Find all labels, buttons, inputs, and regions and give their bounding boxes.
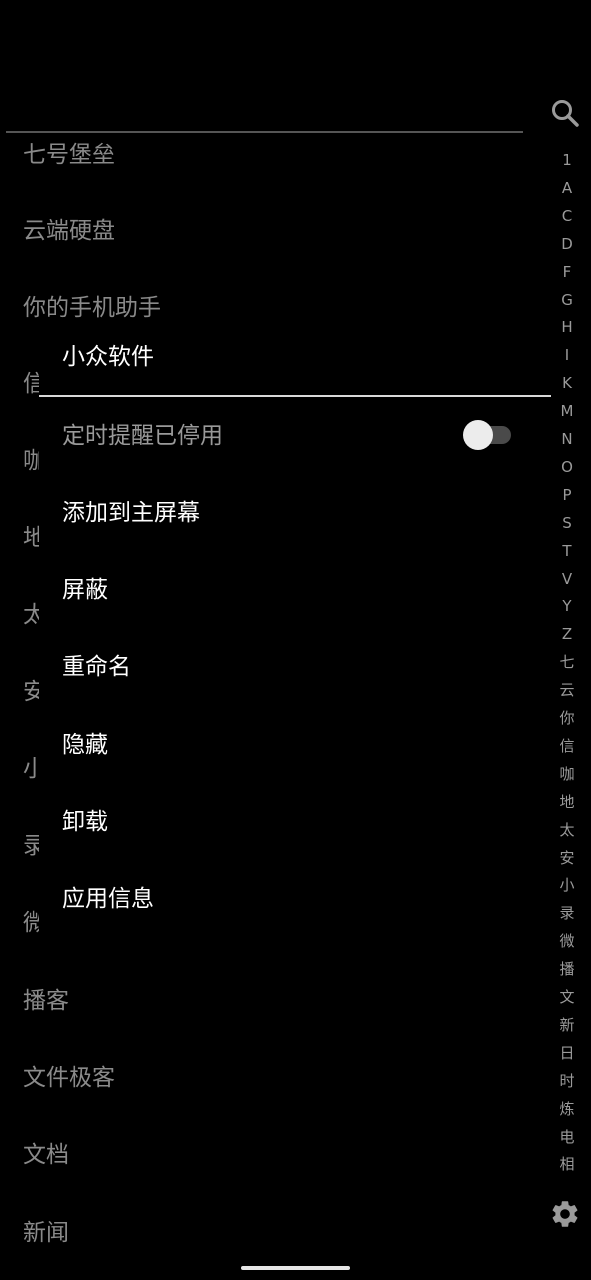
index-letter[interactable]: 安 bbox=[552, 848, 582, 868]
index-letter[interactable]: 七 bbox=[552, 652, 582, 672]
index-letter[interactable]: 电 bbox=[552, 1127, 582, 1147]
index-letter[interactable]: 播 bbox=[552, 959, 582, 979]
index-letter[interactable]: P bbox=[552, 485, 582, 505]
index-letter[interactable]: T bbox=[552, 541, 582, 561]
index-letter[interactable]: 咖 bbox=[552, 764, 582, 784]
index-letter[interactable]: 小 bbox=[552, 875, 582, 895]
index-letter[interactable]: 日 bbox=[552, 1043, 582, 1063]
index-letter[interactable]: V bbox=[552, 569, 582, 589]
index-letter[interactable]: 云 bbox=[552, 680, 582, 700]
home-indicator[interactable] bbox=[241, 1266, 350, 1270]
app-list-item[interactable]: 文档 bbox=[23, 1140, 69, 1170]
index-letter[interactable]: D bbox=[552, 234, 582, 254]
app-list-item[interactable]: 新闻 bbox=[23, 1218, 69, 1248]
app-info-item[interactable]: 应用信息 bbox=[62, 882, 154, 916]
index-letter[interactable]: 新 bbox=[552, 1015, 582, 1035]
index-letter[interactable]: F bbox=[552, 262, 582, 282]
app-list-item[interactable]: 播客 bbox=[23, 986, 69, 1016]
hide-item[interactable]: 隐藏 bbox=[62, 728, 108, 762]
index-letter[interactable]: 录 bbox=[552, 903, 582, 923]
index-letter[interactable]: K bbox=[552, 373, 582, 393]
gear-icon[interactable] bbox=[549, 1198, 581, 1230]
add-to-home-screen-item[interactable]: 添加到主屏幕 bbox=[62, 496, 200, 530]
menu-divider bbox=[39, 395, 551, 397]
index-letter[interactable]: 简 bbox=[552, 1182, 582, 1184]
toggle-thumb bbox=[463, 420, 493, 450]
index-letter[interactable]: 文 bbox=[552, 987, 582, 1007]
index-letter[interactable]: A bbox=[552, 178, 582, 198]
index-letter[interactable]: H bbox=[552, 317, 582, 337]
search-icon[interactable] bbox=[549, 97, 581, 129]
app-list-item[interactable]: 文件极客 bbox=[23, 1063, 115, 1093]
rename-item[interactable]: 重命名 bbox=[62, 650, 131, 684]
index-letter[interactable]: 地 bbox=[552, 792, 582, 812]
index-letter[interactable]: I bbox=[552, 345, 582, 365]
uninstall-item[interactable]: 卸载 bbox=[62, 805, 108, 839]
menu-title: 小众软件 bbox=[62, 344, 154, 370]
block-item[interactable]: 屏蔽 bbox=[62, 573, 108, 607]
index-letter[interactable]: 炼 bbox=[552, 1099, 582, 1119]
index-letter[interactable]: M bbox=[552, 401, 582, 421]
index-letter[interactable]: 太 bbox=[552, 820, 582, 840]
index-letter[interactable]: O bbox=[552, 457, 582, 477]
context-menu: 小众软件 定时提醒已停用 添加到主屏幕 屏蔽重命名隐藏卸载应用信息 bbox=[39, 318, 551, 938]
index-letter[interactable]: Z bbox=[552, 624, 582, 644]
reminder-item[interactable]: 定时提醒已停用 bbox=[62, 419, 223, 453]
index-letter[interactable]: C bbox=[552, 206, 582, 226]
index-letter[interactable]: 相 bbox=[552, 1154, 582, 1174]
index-letter[interactable]: S bbox=[552, 513, 582, 533]
index-letter[interactable]: 1 bbox=[552, 150, 582, 170]
index-letter[interactable]: N bbox=[552, 429, 582, 449]
index-letter[interactable]: 你 bbox=[552, 708, 582, 728]
index-letter[interactable]: G bbox=[552, 290, 582, 310]
index-letter[interactable]: 时 bbox=[552, 1071, 582, 1091]
alphabet-index[interactable]: 1ACDFGHIKMNOPSTVYZ七云你信咖地太安小录微播文新日时炼电相简翻计 bbox=[552, 148, 582, 1184]
index-letter[interactable]: 微 bbox=[552, 931, 582, 951]
app-list-item[interactable]: 七号堡垒 bbox=[23, 140, 115, 170]
reminder-toggle[interactable] bbox=[463, 419, 513, 451]
app-list-item[interactable]: 云端硬盘 bbox=[23, 216, 115, 246]
index-letter[interactable]: Y bbox=[552, 596, 582, 616]
index-letter[interactable]: 信 bbox=[552, 736, 582, 756]
